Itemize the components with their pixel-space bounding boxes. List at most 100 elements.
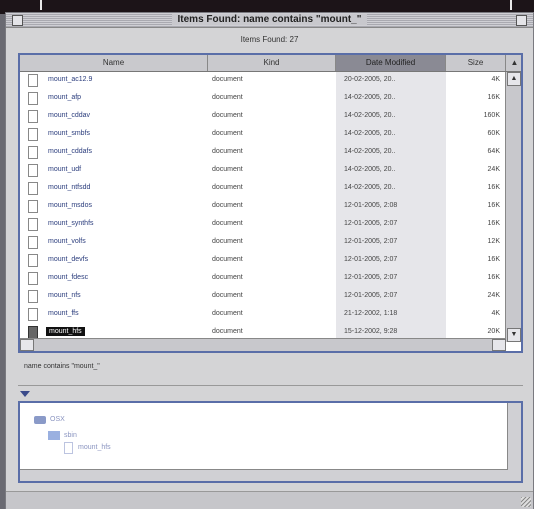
document-icon (28, 74, 38, 87)
file-date-modified: 12-01-2005, 2:07 (344, 238, 398, 245)
file-size: 4K (491, 76, 500, 83)
path-disk-label[interactable]: OSX (50, 416, 65, 423)
document-icon (28, 146, 38, 159)
file-kind: document (212, 76, 243, 83)
file-kind: document (212, 274, 243, 281)
file-size: 24K (487, 166, 500, 173)
file-name: mount_devfs (48, 256, 89, 263)
table-row[interactable]: mount_ac12.9 document 20-02-2005, 20.. 4K (20, 72, 506, 90)
table-row[interactable]: mount_smbfs document 14-02-2005, 20.. 60K (20, 126, 506, 144)
zoom-box-icon[interactable] (516, 15, 527, 26)
document-icon (64, 442, 73, 454)
window-titlebar[interactable]: Items Found: name contains "mount_" (6, 13, 533, 28)
file-name: mount_cddafs (48, 148, 92, 155)
document-icon (28, 236, 38, 249)
items-found-count: Items Found: 27 (240, 35, 299, 44)
file-kind: document (212, 130, 243, 137)
file-name: mount_msdos (48, 202, 92, 209)
file-name: mount_cddav (48, 112, 91, 119)
file-date-modified: 14-02-2005, 20.. (344, 94, 396, 101)
results-list: Name Kind Date Modified Size ▲ mount_ac1… (18, 53, 523, 353)
file-name: mount_udf (48, 166, 82, 173)
path-horizontal-scrollbar[interactable] (20, 469, 508, 481)
path-file-label[interactable]: mount_hfs (78, 444, 111, 451)
file-size: 16K (487, 220, 500, 227)
file-kind: document (212, 184, 243, 191)
file-date-modified: 20-02-2005, 20.. (344, 76, 396, 83)
sort-direction-button[interactable]: ▲ (506, 55, 521, 71)
list-header: Name Kind Date Modified Size ▲ (20, 55, 521, 72)
document-icon (28, 164, 38, 177)
scroll-left-arrow-icon[interactable] (20, 339, 34, 351)
file-name: mount_ntfsdd (48, 184, 91, 191)
file-kind: document (212, 238, 243, 245)
table-row[interactable]: mount_msdos document 12-01-2005, 2:08 16K (20, 198, 506, 216)
document-icon (28, 128, 38, 141)
file-kind: document (212, 202, 243, 209)
file-date-modified: 12-01-2005, 2:07 (344, 220, 398, 227)
path-vertical-scrollbar[interactable] (507, 403, 521, 481)
file-kind: document (212, 166, 243, 173)
file-date-modified: 14-02-2005, 20.. (344, 184, 396, 191)
file-kind: document (212, 310, 243, 317)
file-size: 64K (487, 148, 500, 155)
file-kind: document (212, 148, 243, 155)
file-date-modified: 14-02-2005, 20.. (344, 112, 396, 119)
table-row[interactable]: mount_fdesc document 12-01-2005, 2:07 16K (20, 270, 506, 288)
file-size: 16K (487, 274, 500, 281)
table-row[interactable]: mount_afp document 14-02-2005, 20.. 16K (20, 90, 506, 108)
disclosure-triangle-icon[interactable] (20, 391, 30, 397)
document-icon (28, 290, 38, 303)
file-kind: document (212, 256, 243, 263)
background-tick (40, 0, 42, 10)
file-date-modified: 21-12-2002, 1:18 (344, 310, 398, 317)
column-header-size[interactable]: Size (446, 55, 506, 71)
column-header-kind[interactable]: Kind (208, 55, 336, 71)
document-icon (28, 92, 38, 105)
scroll-right-arrow-icon[interactable] (492, 339, 506, 351)
search-criteria: name contains "mount_" (24, 363, 100, 370)
file-date-modified: 12-01-2005, 2:07 (344, 274, 398, 281)
column-header-name[interactable]: Name (20, 55, 208, 71)
document-icon (28, 272, 38, 285)
file-date-modified: 12-01-2005, 2:07 (344, 256, 398, 263)
file-name: mount_afp (48, 94, 82, 101)
file-name: mount_synthfs (48, 220, 94, 227)
file-kind: document (212, 292, 243, 299)
file-kind: document (212, 112, 243, 119)
table-row[interactable]: mount_udf document 14-02-2005, 20.. 24K (20, 162, 506, 180)
file-kind: document (212, 94, 243, 101)
table-row[interactable]: mount_ntfsdd document 14-02-2005, 20.. 16K (20, 180, 506, 198)
document-icon (28, 200, 38, 213)
file-date-modified: 14-02-2005, 20.. (344, 148, 396, 155)
table-row[interactable]: mount_volfs document 12-01-2005, 2:07 12K (20, 234, 506, 252)
scroll-down-arrow-icon[interactable]: ▼ (507, 328, 521, 342)
results-vertical-scrollbar[interactable]: ▲ ▼ (505, 72, 521, 342)
divider (18, 385, 523, 386)
table-row[interactable]: mount_cddav document 14-02-2005, 20.. 160K (20, 108, 506, 126)
file-name: mount_hfs (46, 327, 85, 336)
file-size: 160K (483, 112, 500, 119)
file-name: mount_smbfs (48, 130, 91, 137)
path-folder-label[interactable]: sbin (64, 432, 77, 439)
column-header-date-modified[interactable]: Date Modified (336, 55, 446, 71)
table-row[interactable]: mount_ffs document 21-12-2002, 1:18 4K (20, 306, 506, 324)
file-name: mount_volfs (48, 238, 86, 245)
table-row[interactable]: mount_cddafs document 14-02-2005, 20.. 64K (20, 144, 506, 162)
results-horizontal-scrollbar[interactable] (20, 338, 506, 351)
file-size: 16K (487, 94, 500, 101)
table-row[interactable]: mount_nfs document 12-01-2005, 2:07 24K (20, 288, 506, 306)
file-kind: document (212, 328, 243, 335)
file-size: 24K (487, 292, 500, 299)
resize-grip-icon[interactable] (521, 497, 531, 507)
document-icon (28, 308, 38, 321)
file-size: 16K (487, 202, 500, 209)
path-pane: OSX sbin mount_hfs (18, 401, 523, 483)
scroll-up-arrow-icon[interactable]: ▲ (507, 72, 521, 86)
file-date-modified: 14-02-2005, 20.. (344, 166, 396, 173)
file-size: 60K (487, 130, 500, 137)
table-row[interactable]: mount_synthfs document 12-01-2005, 2:07 16K (20, 216, 506, 234)
document-icon (28, 254, 38, 267)
table-row[interactable]: mount_devfs document 12-01-2005, 2:07 16K (20, 252, 506, 270)
find-results-window: Items Found: name contains "mount_" Item… (5, 12, 534, 509)
